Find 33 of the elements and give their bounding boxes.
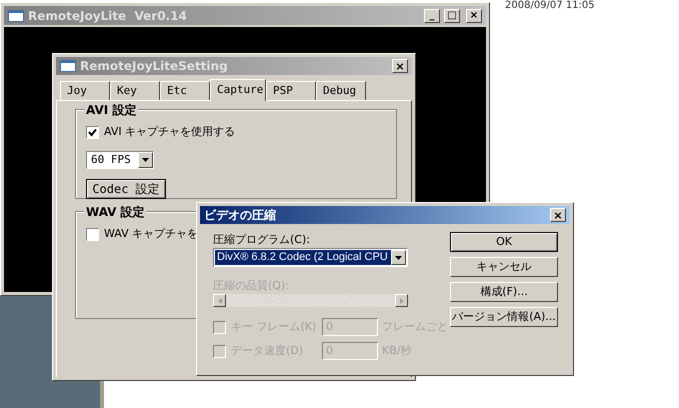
group-title: AVI 設定 xyxy=(84,101,138,119)
codec-dropdown[interactable]: DivX® 6.8.2 Codec (2 Logical CPU xyxy=(213,248,408,267)
checkbox[interactable] xyxy=(86,126,99,139)
dialog-button[interactable]: バージョン情報(A)... xyxy=(450,307,558,327)
tab[interactable]: PSP xyxy=(266,81,316,100)
tab[interactable]: Capture xyxy=(210,79,266,101)
fps-dropdown[interactable]: 60 FPS xyxy=(86,150,154,169)
checkbox[interactable] xyxy=(86,228,99,241)
window-icon xyxy=(8,10,24,22)
close-button[interactable]: × xyxy=(466,8,482,22)
checkbox-label: WAV キャプチャを xyxy=(104,226,198,242)
maximize-button[interactable]: □ xyxy=(444,8,460,22)
clock-text: 2008/09/07 11:05 xyxy=(505,0,595,11)
window-title: ビデオの圧縮 xyxy=(204,207,277,224)
window-title: RemoteJoyLite Ver0.14 xyxy=(28,8,188,24)
tab[interactable]: Key xyxy=(110,81,160,100)
group-title: WAV 設定 xyxy=(84,203,147,221)
window-icon xyxy=(60,60,76,72)
field-label: 圧縮プログラム(C): xyxy=(213,232,311,246)
scroll-right-icon xyxy=(395,294,408,307)
window-title: RemoteJoyLiteSetting xyxy=(80,58,229,75)
dialog-button[interactable]: 構成(F)... xyxy=(450,282,558,302)
tab[interactable]: Joy xyxy=(60,81,110,100)
close-button[interactable]: × xyxy=(392,59,408,73)
close-button[interactable]: × xyxy=(550,208,566,222)
scroll-left-icon xyxy=(213,294,226,307)
codec-settings-button[interactable]: Codec 設定 xyxy=(86,179,166,199)
minimize-button[interactable]: _ xyxy=(424,8,440,22)
dialog-button[interactable]: OK xyxy=(450,232,558,252)
tab[interactable]: Etc xyxy=(160,81,210,100)
dialog-button[interactable]: キャンセル xyxy=(450,257,558,277)
checkbox-label: AVI キャプチャを使用する xyxy=(104,124,236,140)
tab[interactable]: Debug xyxy=(316,81,366,100)
